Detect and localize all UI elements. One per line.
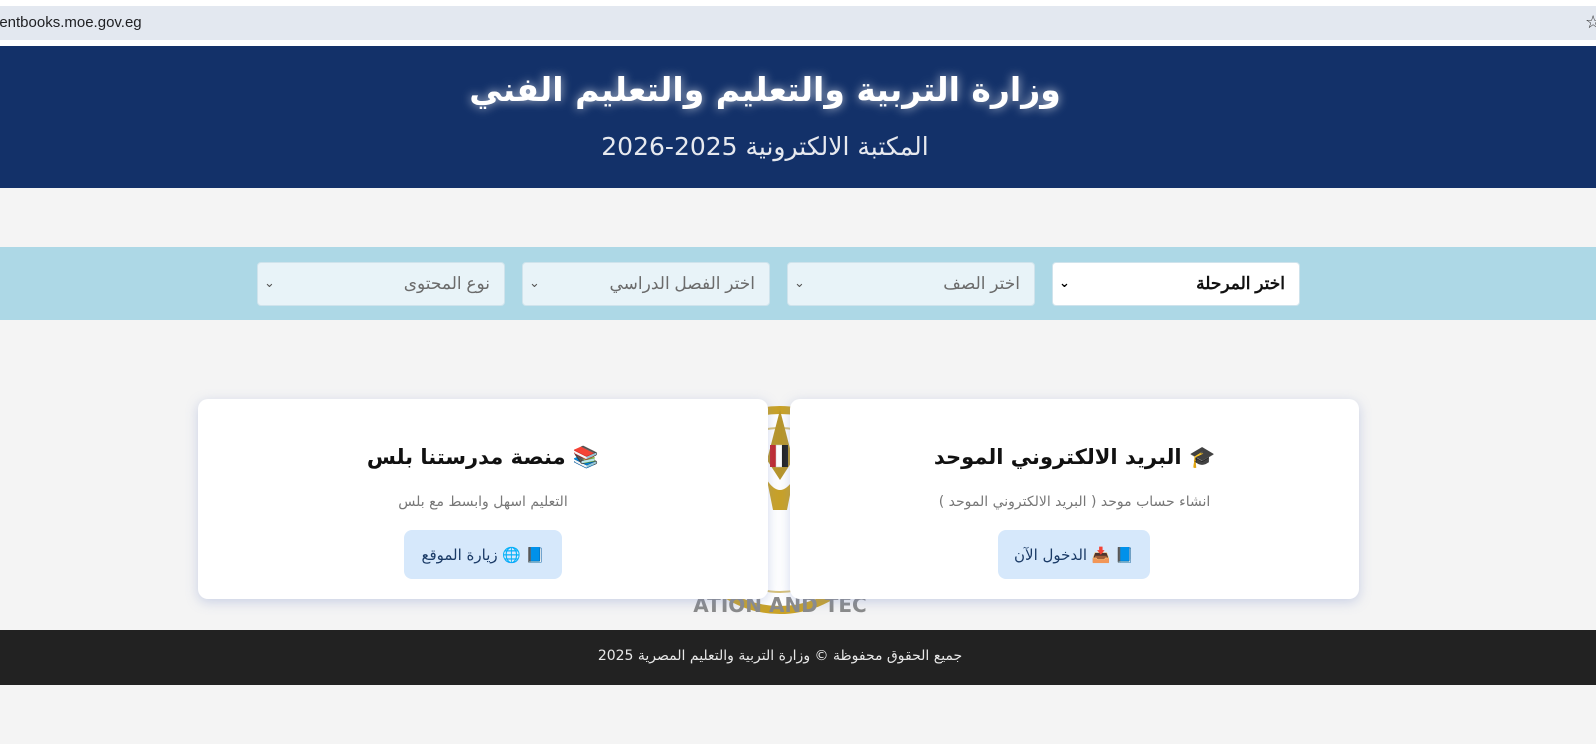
grade-select[interactable]: اختر الصف ⌄ [787, 262, 1035, 306]
chevron-down-icon: ⌄ [529, 276, 540, 291]
grade-select-label: اختر الصف [943, 274, 1020, 293]
browser-address-bar[interactable]: lentbooks.moe.gov.eg ☆ [0, 6, 1596, 40]
stage-select[interactable]: اختر المرحلة ⌄ [1052, 262, 1300, 306]
books-icon: 📚 [572, 445, 600, 469]
site-header: وزارة التربية والتعليم والتعليم الفني ال… [0, 46, 1596, 188]
content-type-select[interactable]: نوع المحتوى ⌄ [257, 262, 505, 306]
url-text[interactable]: lentbooks.moe.gov.eg [0, 14, 142, 31]
login-now-button[interactable]: 📘 📥 الدخول الآن [998, 530, 1150, 579]
unified-email-title: 🎓 البريد الالكتروني الموحد [790, 445, 1359, 470]
page: وزارة التربية والتعليم والتعليم الفني ال… [0, 46, 1596, 744]
chevron-down-icon: ⌄ [264, 276, 275, 291]
copyright-text: جميع الحقوق محفوظة © وزارة التربية والتع… [597, 648, 963, 664]
term-select[interactable]: اختر الفصل الدراسي ⌄ [522, 262, 770, 306]
madrasetna-plus-card: 📚 منصة مدرستنا بلس التعليم اسهل وابسط مع… [198, 399, 768, 599]
unified-email-card: 🎓 البريد الالكتروني الموحد انشاء حساب مو… [790, 399, 1359, 599]
star-icon[interactable]: ☆ [1585, 12, 1596, 33]
filter-bar: اختر المرحلة ⌄ اختر الصف ⌄ اختر الفصل ال… [0, 247, 1596, 320]
madrasetna-plus-title: 📚 منصة مدرستنا بلس [198, 445, 768, 470]
chevron-down-icon: ⌄ [1059, 276, 1070, 291]
chevron-down-icon: ⌄ [794, 276, 805, 291]
content-type-select-label: نوع المحتوى [403, 274, 490, 293]
site-footer: جميع الحقوق محفوظة © وزارة التربية والتع… [0, 630, 1596, 685]
unified-email-description: انشاء حساب موحد ( البريد الالكتروني المو… [938, 494, 1211, 510]
graduation-cap-icon: 🎓 [1188, 445, 1216, 469]
visit-site-button[interactable]: 📘 🌐 زيارة الموقع [404, 530, 562, 579]
stage-select-label: اختر المرحلة [1196, 274, 1285, 293]
term-select-label: اختر الفصل الدراسي [609, 274, 755, 293]
madrasetna-plus-description: التعليم اسهل وابسط مع بلس [398, 494, 568, 510]
page-subtitle: المكتبة الالكترونية 2025-2026 [601, 132, 929, 161]
page-title: وزارة التربية والتعليم والتعليم الفني [469, 70, 1061, 109]
madrasetna-plus-title-text: منصة مدرستنا بلس [366, 445, 566, 469]
unified-email-title-text: البريد الالكتروني الموحد [933, 445, 1182, 469]
